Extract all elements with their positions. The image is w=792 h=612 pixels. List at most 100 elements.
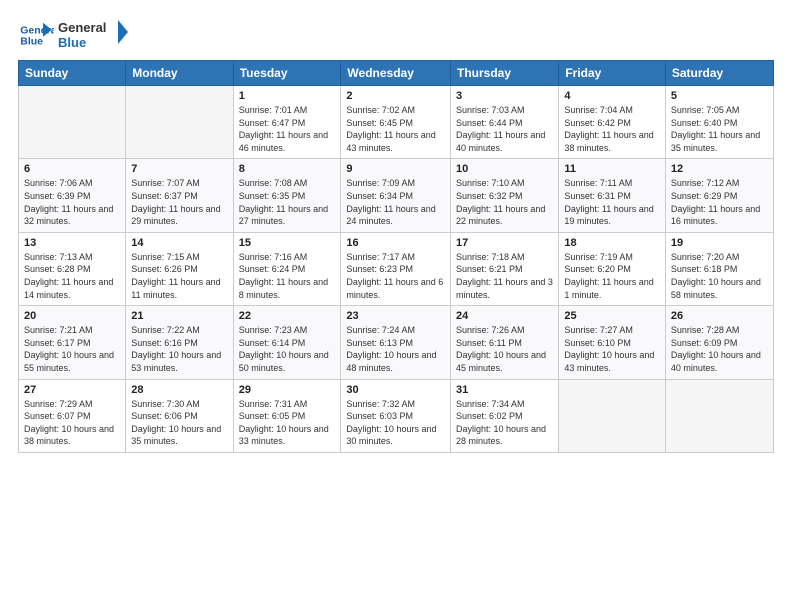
day-info: Sunrise: 7:20 AMSunset: 6:18 PMDaylight:… [671, 251, 768, 301]
calendar-cell [19, 86, 126, 159]
svg-text:Blue: Blue [20, 36, 43, 48]
day-info: Sunrise: 7:12 AMSunset: 6:29 PMDaylight:… [671, 177, 768, 227]
day-info: Sunrise: 7:15 AMSunset: 6:26 PMDaylight:… [131, 251, 227, 301]
calendar-cell: 31 Sunrise: 7:34 AMSunset: 6:02 PMDayligh… [451, 379, 559, 452]
day-number: 24 [456, 310, 553, 322]
day-number: 8 [239, 163, 336, 175]
day-of-week-header: Thursday [451, 61, 559, 86]
calendar-week-row: 6 Sunrise: 7:06 AMSunset: 6:39 PMDaylight… [19, 159, 774, 232]
day-info: Sunrise: 7:31 AMSunset: 6:05 PMDaylight:… [239, 398, 336, 448]
day-number: 18 [564, 237, 660, 249]
day-number: 11 [564, 163, 660, 175]
day-number: 9 [346, 163, 445, 175]
day-info: Sunrise: 7:18 AMSunset: 6:21 PMDaylight:… [456, 251, 553, 301]
day-of-week-header: Monday [126, 61, 233, 86]
day-info: Sunrise: 7:02 AMSunset: 6:45 PMDaylight:… [346, 104, 445, 154]
day-number: 5 [671, 90, 768, 102]
day-info: Sunrise: 7:27 AMSunset: 6:10 PMDaylight:… [564, 324, 660, 374]
calendar-week-row: 20 Sunrise: 7:21 AMSunset: 6:17 PMDayligh… [19, 306, 774, 379]
calendar-cell: 11 Sunrise: 7:11 AMSunset: 6:31 PMDayligh… [559, 159, 666, 232]
calendar-cell: 2Sunrise: 7:02 AMSunset: 6:45 PMDaylight… [341, 86, 451, 159]
day-number: 12 [671, 163, 768, 175]
calendar-cell: 7 Sunrise: 7:07 AMSunset: 6:37 PMDaylight… [126, 159, 233, 232]
calendar-cell: 25 Sunrise: 7:27 AMSunset: 6:10 PMDayligh… [559, 306, 666, 379]
day-info: Sunrise: 7:34 AMSunset: 6:02 PMDaylight:… [456, 398, 553, 448]
calendar-cell: 20 Sunrise: 7:21 AMSunset: 6:17 PMDayligh… [19, 306, 126, 379]
day-of-week-header: Sunday [19, 61, 126, 86]
calendar-cell: 27 Sunrise: 7:29 AMSunset: 6:07 PMDayligh… [19, 379, 126, 452]
header: General Blue General Blue [18, 18, 774, 52]
calendar-cell: 22 Sunrise: 7:23 AMSunset: 6:14 PMDayligh… [233, 306, 341, 379]
calendar-cell: 24 Sunrise: 7:26 AMSunset: 6:11 PMDayligh… [451, 306, 559, 379]
day-info: Sunrise: 7:29 AMSunset: 6:07 PMDaylight:… [24, 398, 120, 448]
calendar-cell [126, 86, 233, 159]
day-number: 20 [24, 310, 120, 322]
day-number: 29 [239, 384, 336, 396]
calendar-week-row: 13Sunrise: 7:13 AMSunset: 6:28 PMDayligh… [19, 232, 774, 305]
day-info: Sunrise: 7:08 AMSunset: 6:35 PMDaylight:… [239, 177, 336, 227]
calendar-cell: 13Sunrise: 7:13 AMSunset: 6:28 PMDayligh… [19, 232, 126, 305]
day-info: Sunrise: 7:05 AMSunset: 6:40 PMDaylight:… [671, 104, 768, 154]
day-info: Sunrise: 7:32 AMSunset: 6:03 PMDaylight:… [346, 398, 445, 448]
logo-svg: General Blue [58, 18, 128, 52]
day-info: Sunrise: 7:06 AMSunset: 6:39 PMDaylight:… [24, 177, 120, 227]
day-number: 6 [24, 163, 120, 175]
day-info: Sunrise: 7:21 AMSunset: 6:17 PMDaylight:… [24, 324, 120, 374]
day-info: Sunrise: 7:16 AMSunset: 6:24 PMDaylight:… [239, 251, 336, 301]
day-number: 17 [456, 237, 553, 249]
day-info: Sunrise: 7:13 AMSunset: 6:28 PMDaylight:… [24, 251, 120, 301]
calendar-cell: 14 Sunrise: 7:15 AMSunset: 6:26 PMDayligh… [126, 232, 233, 305]
day-number: 16 [346, 237, 445, 249]
day-number: 22 [239, 310, 336, 322]
day-info: Sunrise: 7:22 AMSunset: 6:16 PMDaylight:… [131, 324, 227, 374]
calendar-cell: 15 Sunrise: 7:16 AMSunset: 6:24 PMDayligh… [233, 232, 341, 305]
day-number: 31 [456, 384, 553, 396]
calendar-cell: 9 Sunrise: 7:09 AMSunset: 6:34 PMDaylight… [341, 159, 451, 232]
calendar-cell: 5 Sunrise: 7:05 AMSunset: 6:40 PMDaylight… [665, 86, 773, 159]
day-info: Sunrise: 7:23 AMSunset: 6:14 PMDaylight:… [239, 324, 336, 374]
calendar-cell [665, 379, 773, 452]
calendar-cell: 16 Sunrise: 7:17 AMSunset: 6:23 PMDayligh… [341, 232, 451, 305]
calendar-week-row: 1Sunrise: 7:01 AMSunset: 6:47 PMDaylight… [19, 86, 774, 159]
calendar-cell: 28 Sunrise: 7:30 AMSunset: 6:06 PMDayligh… [126, 379, 233, 452]
day-number: 28 [131, 384, 227, 396]
calendar-cell: 1Sunrise: 7:01 AMSunset: 6:47 PMDaylight… [233, 86, 341, 159]
day-of-week-header: Friday [559, 61, 666, 86]
day-info: Sunrise: 7:26 AMSunset: 6:11 PMDaylight:… [456, 324, 553, 374]
logo-icon: General Blue [18, 21, 54, 49]
svg-text:Blue: Blue [58, 35, 86, 50]
day-number: 19 [671, 237, 768, 249]
day-info: Sunrise: 7:19 AMSunset: 6:20 PMDaylight:… [564, 251, 660, 301]
calendar-cell: 26Sunrise: 7:28 AMSunset: 6:09 PMDayligh… [665, 306, 773, 379]
calendar-header-row: SundayMondayTuesdayWednesdayThursdayFrid… [19, 61, 774, 86]
day-info: Sunrise: 7:17 AMSunset: 6:23 PMDaylight:… [346, 251, 445, 301]
calendar-cell: 30 Sunrise: 7:32 AMSunset: 6:03 PMDayligh… [341, 379, 451, 452]
day-info: Sunrise: 7:07 AMSunset: 6:37 PMDaylight:… [131, 177, 227, 227]
calendar-cell: 3Sunrise: 7:03 AMSunset: 6:44 PMDaylight… [451, 86, 559, 159]
day-info: Sunrise: 7:09 AMSunset: 6:34 PMDaylight:… [346, 177, 445, 227]
day-number: 15 [239, 237, 336, 249]
calendar-cell: 8 Sunrise: 7:08 AMSunset: 6:35 PMDaylight… [233, 159, 341, 232]
calendar-cell: 29 Sunrise: 7:31 AMSunset: 6:05 PMDayligh… [233, 379, 341, 452]
day-number: 4 [564, 90, 660, 102]
day-info: Sunrise: 7:30 AMSunset: 6:06 PMDaylight:… [131, 398, 227, 448]
calendar-cell: 23Sunrise: 7:24 AMSunset: 6:13 PMDayligh… [341, 306, 451, 379]
day-number: 14 [131, 237, 227, 249]
day-number: 23 [346, 310, 445, 322]
calendar-table: SundayMondayTuesdayWednesdayThursdayFrid… [18, 60, 774, 453]
calendar-cell: 10 Sunrise: 7:10 AMSunset: 6:32 PMDayligh… [451, 159, 559, 232]
day-info: Sunrise: 7:10 AMSunset: 6:32 PMDaylight:… [456, 177, 553, 227]
day-info: Sunrise: 7:11 AMSunset: 6:31 PMDaylight:… [564, 177, 660, 227]
day-number: 7 [131, 163, 227, 175]
day-number: 21 [131, 310, 227, 322]
day-number: 25 [564, 310, 660, 322]
day-info: Sunrise: 7:28 AMSunset: 6:09 PMDaylight:… [671, 324, 768, 374]
day-of-week-header: Wednesday [341, 61, 451, 86]
calendar-cell: 12 Sunrise: 7:12 AMSunset: 6:29 PMDayligh… [665, 159, 773, 232]
day-number: 10 [456, 163, 553, 175]
day-number: 27 [24, 384, 120, 396]
day-number: 30 [346, 384, 445, 396]
calendar-cell: 19 Sunrise: 7:20 AMSunset: 6:18 PMDayligh… [665, 232, 773, 305]
calendar-cell: 18 Sunrise: 7:19 AMSunset: 6:20 PMDayligh… [559, 232, 666, 305]
logo: General Blue General Blue [18, 18, 128, 52]
